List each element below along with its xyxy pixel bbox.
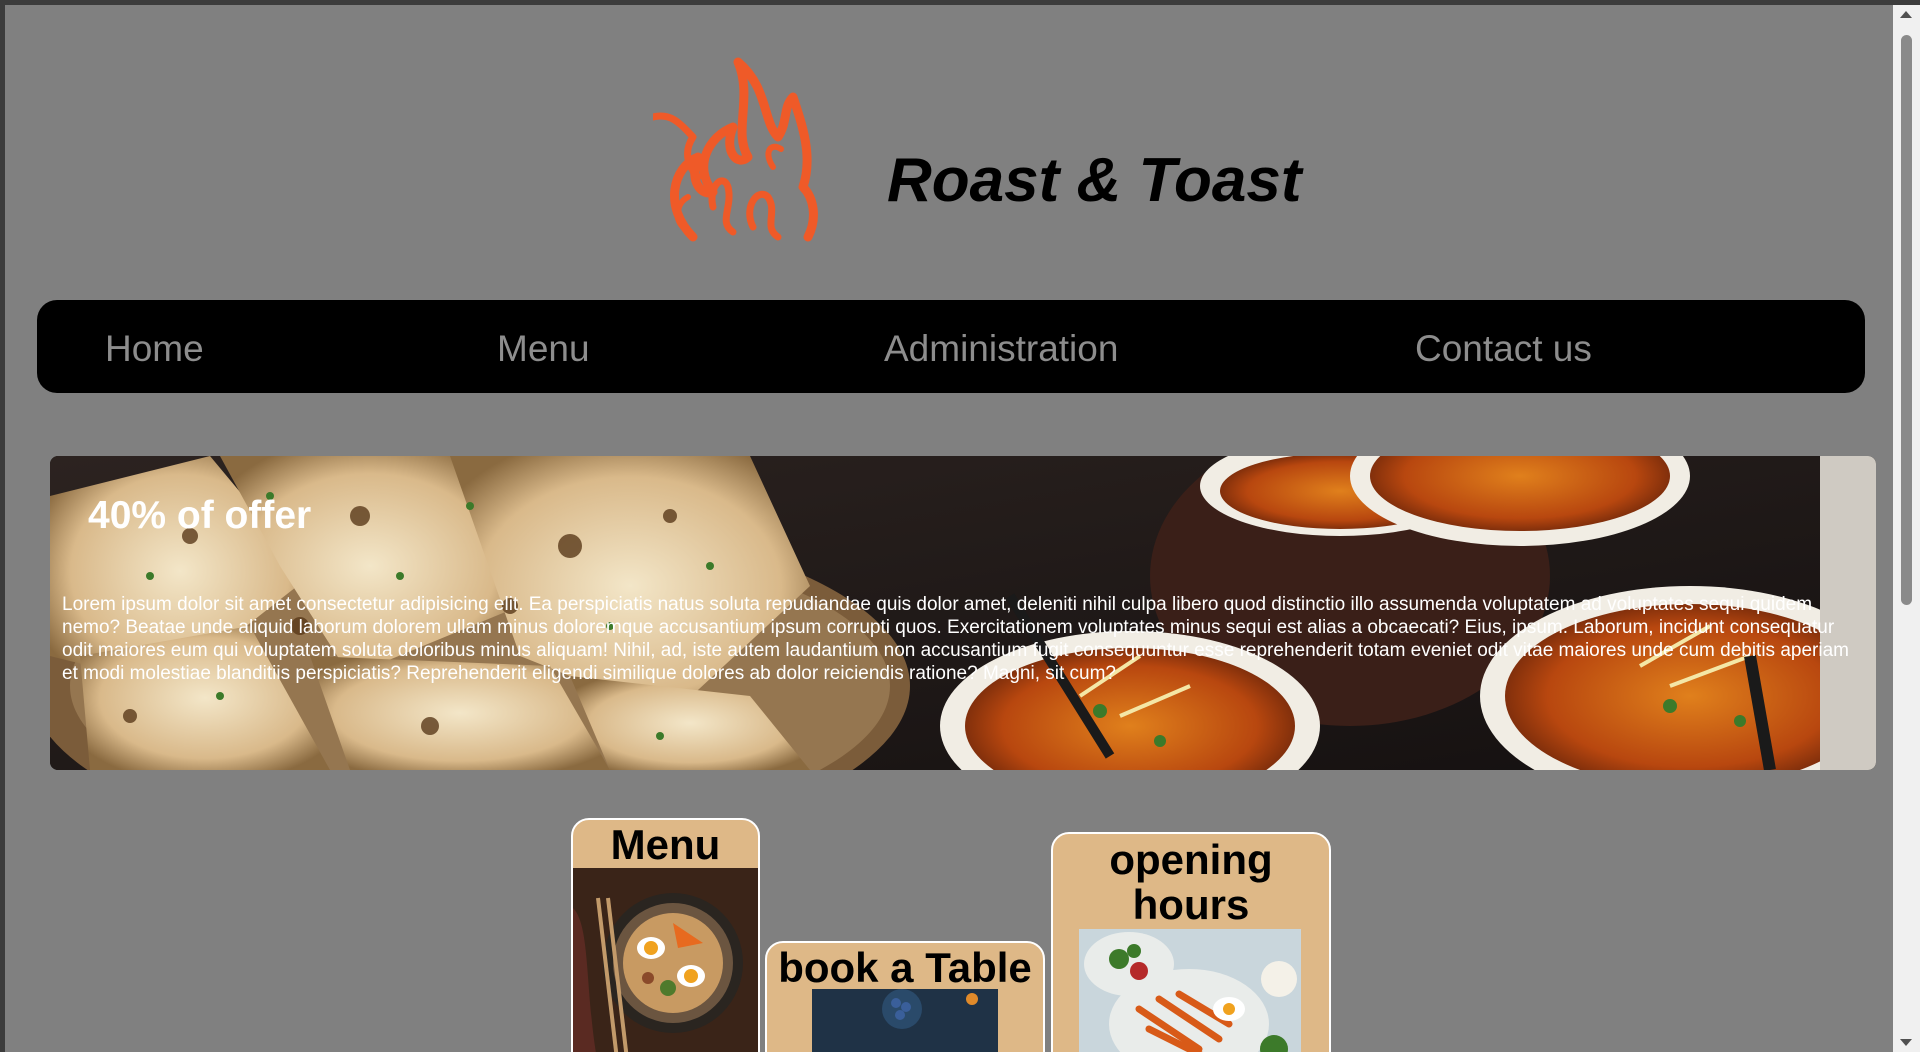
food-platter-image (1079, 929, 1301, 1052)
opening-hours-card-title: opening hours (1109, 836, 1273, 928)
vertical-scrollbar[interactable] (1893, 5, 1920, 1052)
flame-icon (649, 57, 823, 242)
page-viewport: Roast & Toast Home Menu Administration C… (5, 5, 1893, 1052)
menu-card-title: Menu (610, 821, 721, 868)
book-table-card-title: book a Table (778, 944, 1032, 991)
book-table-card[interactable]: book a Table (765, 941, 1045, 1052)
scroll-down-icon[interactable] (1900, 1039, 1912, 1046)
scroll-up-icon[interactable] (1900, 11, 1912, 18)
nav-item-menu[interactable]: Menu (497, 328, 590, 370)
table-food-image (812, 989, 998, 1052)
banner-text: Lorem ipsum dolor sit amet consectetur a… (62, 594, 1849, 684)
nav-item-administration[interactable]: Administration (884, 328, 1118, 370)
offer-banner: 40% of offer Lorem ipsum dolor sit amet … (50, 456, 1876, 770)
nav-item-home[interactable]: Home (105, 328, 204, 370)
brand-name: Roast & Toast (887, 146, 1302, 215)
scroll-thumb[interactable] (1901, 35, 1912, 605)
banner-title: 40% of offer (88, 494, 312, 537)
menu-card[interactable]: Menu (571, 818, 760, 1052)
opening-hours-card[interactable]: opening hours (1051, 832, 1331, 1052)
ramen-bowl-image (573, 868, 758, 1052)
nav-item-contact-us[interactable]: Contact us (1415, 328, 1592, 370)
main-nav: Home Menu Administration Contact us (37, 300, 1865, 393)
